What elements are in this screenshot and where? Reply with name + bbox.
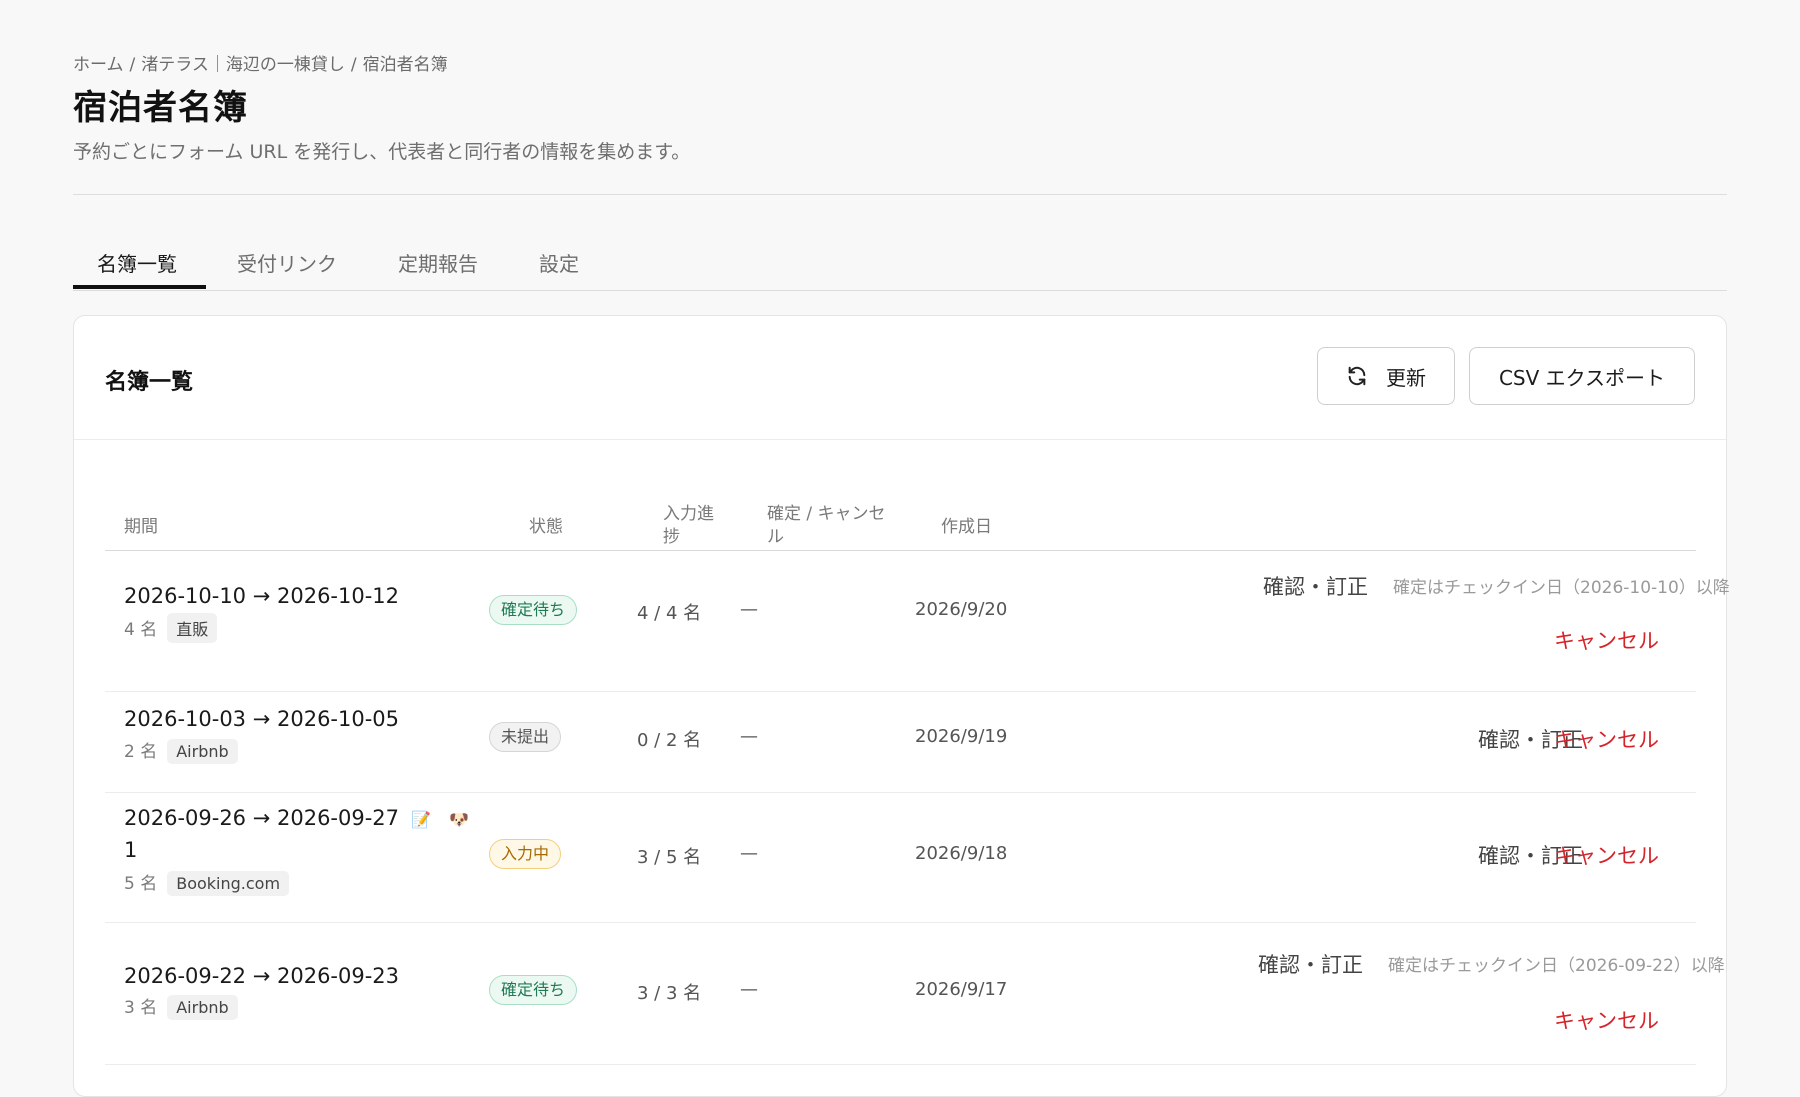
page-title: 宿泊者名簿 [73, 88, 248, 128]
breadcrumb: ホーム / 渚テラス｜海辺の一棟貸し / 宿泊者名簿 [73, 55, 448, 75]
cancel-button[interactable]: キャンセル [1554, 625, 1659, 655]
period-dates: 2026-09-26 → 2026-09-27 [124, 806, 400, 830]
row-created: 2026/9/20 [915, 599, 1008, 620]
status-badge: 確定待ち [489, 595, 578, 625]
cancel-button[interactable]: キャンセル [1554, 1005, 1659, 1035]
channel-chip: Booking.com [167, 871, 290, 896]
row-progress: 3 / 5 名 [637, 847, 702, 868]
row-progress: 4 / 4 名 [637, 603, 702, 624]
breadcrumb-property[interactable]: 渚テラス｜海辺の一棟貸し [141, 55, 345, 75]
row-guest-count: 2 名 Airbnb [124, 737, 238, 764]
guest-count: 3 名 [124, 998, 158, 1018]
header-progress-line2: 捗 [663, 527, 680, 547]
channel-chip: Airbnb [167, 739, 238, 764]
refresh-button[interactable]: 更新 [1317, 347, 1455, 405]
row-created: 2026/9/18 [915, 843, 1008, 864]
row-period: 2026-10-10 → 2026-10-12 [124, 584, 400, 608]
header-progress-line1: 入力進 [663, 504, 714, 524]
row-guest-count: 4 名直販 [124, 613, 218, 643]
verify-button[interactable]: 確認・訂正 [1258, 949, 1363, 979]
tab-reports[interactable]: 定期報告 [398, 248, 478, 277]
row-period: 2026-10-03 → 2026-10-05 [124, 707, 400, 731]
tab-settings[interactable]: 設定 [539, 248, 579, 277]
table-row: 2026-09-26 → 2026-09-27 📝 🐶 1 5 名 Booking.c… [105, 793, 1696, 923]
row-period: 2026-09-26 → 2026-09-27 📝 🐶 1 [124, 803, 469, 865]
channel-chip: 直販 [167, 613, 218, 643]
tab-list[interactable]: 名簿一覧 [97, 248, 177, 277]
confirm-note: 確定はチェックイン日（2026-10-10）以降 [1393, 578, 1730, 598]
row-guest-count: 3 名 Airbnb [124, 993, 238, 1020]
cancel-button[interactable]: キャンセル [1554, 724, 1659, 754]
row-confirm-cancel: — [740, 726, 758, 747]
card-header: 名簿一覧 更新 CSV エクスポート [74, 316, 1726, 440]
row-confirm-cancel: — [740, 599, 758, 620]
guest-count: 2 名 [124, 742, 158, 762]
page-subtitle: 予約ごとにフォーム URL を発行し、代表者と同行者の情報を集めます。 [73, 141, 691, 163]
active-tab-indicator [73, 285, 206, 289]
guest-count: 4 名 [124, 620, 158, 640]
row-confirm-cancel: — [740, 843, 758, 864]
refresh-icon [1348, 366, 1366, 386]
guest-count: 5 名 [124, 874, 158, 894]
tab-links[interactable]: 受付リンク [237, 248, 337, 277]
row-guest-count: 5 名 Booking.com [124, 869, 290, 896]
table-row: 2026-09-22 → 2026-09-23 3 名 Airbnb 確定待ち 3… [105, 923, 1725, 1065]
status-badge: 入力中 [489, 839, 562, 869]
period-extra: 1 [124, 838, 138, 862]
header-progress: 入力進 捗 [663, 503, 714, 549]
cancel-button[interactable]: キャンセル [1554, 840, 1659, 870]
status-badge: 確定待ち [489, 975, 578, 1005]
table-row: 2026-10-10 → 2026-10-12 4 名直販 確定待ち 4 / 4… [105, 551, 1730, 692]
header-status: 状態 [529, 517, 563, 537]
row-confirm-cancel: — [740, 979, 758, 1000]
breadcrumb-home[interactable]: ホーム [73, 55, 124, 75]
row-created: 2026/9/19 [915, 726, 1008, 747]
card-title: 名簿一覧 [105, 370, 194, 395]
list-card: 名簿一覧 更新 CSV エクスポート 期間 状態 入力進 捗 確定 / キャンセ… [73, 315, 1730, 1097]
row-created: 2026/9/17 [915, 979, 1008, 1000]
pet-icon: 🐶 [448, 810, 469, 829]
header-confirm-line1: 確定 / キャンセ [767, 504, 886, 524]
confirm-note: 確定はチェックイン日（2026-09-22）以降 [1388, 956, 1725, 976]
header-confirm-line2: ル [767, 527, 784, 547]
row-period: 2026-09-22 → 2026-09-23 [124, 964, 400, 988]
tab-bar: 名簿一覧 受付リンク 定期報告 設定 [73, 234, 1727, 291]
csv-export-button[interactable]: CSV エクスポート [1469, 347, 1695, 405]
memo-icon: 📝 [411, 810, 431, 829]
verify-button[interactable]: 確認・訂正 [1263, 571, 1368, 601]
breadcrumb-current: 宿泊者名簿 [362, 55, 448, 75]
channel-chip: Airbnb [167, 995, 238, 1020]
table-header: 期間 状態 入力進 捗 確定 / キャンセ ル 作成日 [105, 481, 1696, 551]
header-created: 作成日 [941, 517, 992, 537]
table-row: 2026-10-03 → 2026-10-05 2 名 Airbnb 未提出 0 … [105, 692, 1696, 793]
header-confirm-cancel: 確定 / キャンセ ル [767, 503, 886, 549]
divider [73, 194, 1727, 195]
refresh-label: 更新 [1386, 365, 1426, 390]
row-progress: 3 / 3 名 [637, 983, 702, 1004]
status-badge: 未提出 [489, 722, 562, 752]
header-period: 期間 [124, 517, 158, 537]
row-progress: 0 / 2 名 [637, 730, 702, 751]
